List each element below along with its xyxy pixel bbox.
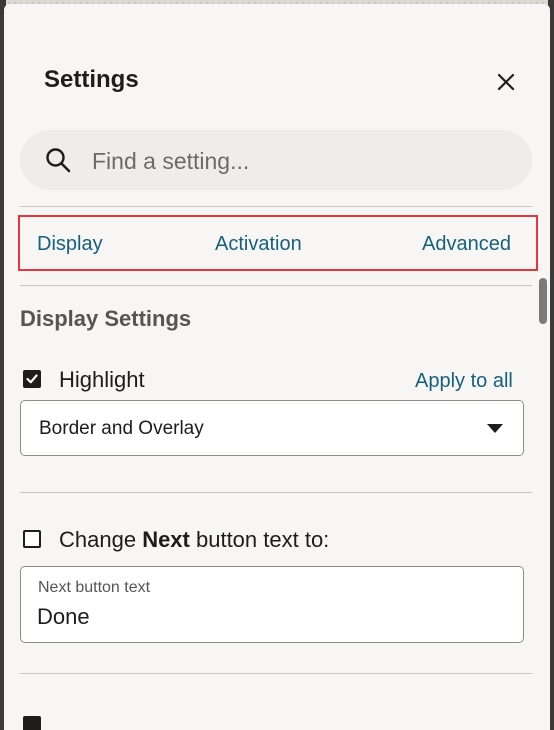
divider bbox=[20, 492, 532, 493]
highlight-style-select[interactable]: Border and Overlay bbox=[20, 400, 524, 456]
tab-display[interactable]: Display bbox=[37, 233, 103, 256]
divider bbox=[20, 285, 532, 286]
clipped-checkbox[interactable] bbox=[23, 716, 41, 730]
tab-advanced[interactable]: Advanced bbox=[422, 233, 511, 256]
tab-activation[interactable]: Activation bbox=[215, 233, 302, 256]
search-bar[interactable] bbox=[20, 130, 532, 190]
next-button-text-field[interactable]: Next button text bbox=[20, 566, 524, 643]
chevron-down-icon bbox=[487, 424, 503, 433]
tab-bar: Display Activation Advanced bbox=[18, 215, 538, 271]
next-button-text-input[interactable] bbox=[37, 603, 497, 631]
next-button-text-checkbox[interactable] bbox=[23, 530, 41, 548]
search-icon bbox=[46, 148, 71, 173]
field-label: Next button text bbox=[38, 579, 151, 596]
scrollbar-thumb[interactable] bbox=[539, 278, 547, 324]
close-icon bbox=[497, 73, 515, 91]
section-title: Display Settings bbox=[20, 306, 192, 331]
page-title: Settings bbox=[44, 66, 139, 93]
divider bbox=[20, 673, 532, 674]
settings-panel: Settings Display Activation Advanced Dis… bbox=[4, 4, 550, 730]
apply-to-all-link[interactable]: Apply to all bbox=[415, 370, 513, 393]
close-button[interactable] bbox=[492, 68, 520, 96]
checkmark-icon bbox=[26, 374, 38, 384]
search-input[interactable] bbox=[90, 142, 514, 180]
select-value: Border and Overlay bbox=[39, 418, 204, 439]
highlight-label: Highlight bbox=[59, 367, 145, 392]
highlight-checkbox[interactable] bbox=[23, 370, 41, 388]
next-button-text-label: Change Next button text to: bbox=[59, 527, 330, 552]
divider bbox=[20, 206, 532, 207]
